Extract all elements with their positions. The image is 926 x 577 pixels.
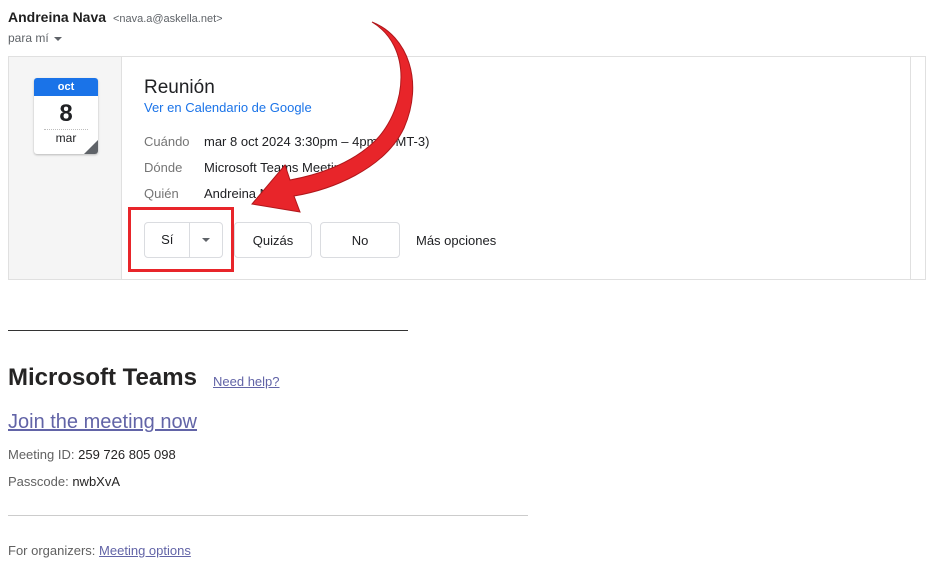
calendar-invite-card: oct 8 mar Reunión Ver en Calendario de G… <box>8 56 926 280</box>
event-title: Reunión <box>144 77 215 98</box>
sender-line: Andreina Nava <nava.a@askella.net> <box>8 9 223 25</box>
sender-name[interactable]: Andreina Nava <box>8 9 106 25</box>
sender-email: <nava.a@askella.net> <box>112 13 223 25</box>
view-in-google-calendar-link[interactable]: Ver en Calendario de Google <box>144 100 312 115</box>
divider-short <box>8 330 408 331</box>
meeting-id-value: 259 726 805 098 <box>78 447 176 462</box>
rsvp-yes-button[interactable]: Sí <box>144 222 223 258</box>
rsvp-maybe-button[interactable]: Quizás <box>234 222 312 258</box>
detail-value-who: Andreina Nava <box>204 186 290 201</box>
detail-label-when: Cuándo <box>144 134 190 149</box>
passcode-label: Passcode: <box>8 474 69 489</box>
recipient-label: para mí <box>8 31 49 45</box>
organizers-label: For organizers: <box>8 543 96 558</box>
invite-right-divider <box>910 57 911 279</box>
detail-row-who: Quién Andreina Nava <box>144 186 290 201</box>
detail-row-when: Cuándo mar 8 oct 2024 3:30pm – 4pm (GMT-3… <box>144 134 429 149</box>
rsvp-yes-dropdown[interactable] <box>190 223 222 257</box>
detail-label-who: Quién <box>144 186 179 201</box>
meeting-id-line: Meeting ID: 259 726 805 098 <box>8 447 176 462</box>
meeting-id-label: Meeting ID: <box>8 447 75 462</box>
invite-left-panel: oct 8 mar <box>9 57 122 279</box>
passcode-line: Passcode: nwbXvA <box>8 474 120 489</box>
detail-value-where: Microsoft Teams Meeting <box>204 160 349 175</box>
need-help-link[interactable]: Need help? <box>213 374 280 389</box>
recipient-dropdown[interactable]: para mí <box>8 31 62 45</box>
rsvp-no-button[interactable]: No <box>320 222 400 258</box>
calendar-month: oct <box>34 78 98 96</box>
passcode-value: nwbXvA <box>72 474 121 489</box>
divider-long <box>8 515 528 516</box>
join-meeting-link[interactable]: Join the meeting now <box>8 411 197 434</box>
organizers-line: For organizers: Meeting options <box>8 543 191 558</box>
meeting-options-link[interactable]: Meeting options <box>99 543 191 558</box>
page-fold-icon <box>84 140 98 154</box>
calendar-day: 8 <box>59 100 73 127</box>
more-options-button[interactable]: Más opciones <box>416 233 496 248</box>
detail-label-where: Dónde <box>144 160 183 175</box>
rsvp-yes-label[interactable]: Sí <box>145 223 191 257</box>
chevron-down-icon <box>53 36 62 41</box>
detail-row-where: Dónde Microsoft Teams Meeting <box>144 160 348 175</box>
calendar-icon: oct 8 mar <box>34 78 98 154</box>
chevron-down-icon <box>202 238 211 242</box>
detail-value-when: mar 8 oct 2024 3:30pm – 4pm (GMT-3) <box>204 134 430 149</box>
calendar-divider <box>44 129 88 130</box>
teams-title: Microsoft Teams <box>8 364 197 391</box>
